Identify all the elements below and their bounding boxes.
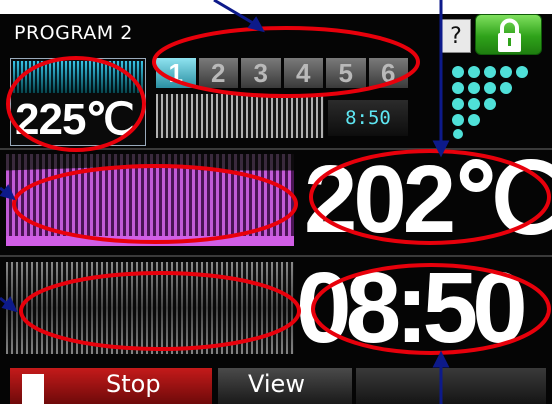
lock-icon [498,18,521,52]
set-temperature-box[interactable]: 225℃ [10,58,146,146]
current-temperature: 202℃ [304,146,552,253]
stop-button-label: Stop [106,370,161,398]
step-tab-6[interactable]: 6 [368,58,408,88]
step-tab-5[interactable]: 5 [326,58,366,88]
help-button[interactable]: ? [441,19,471,53]
program-title: PROGRAM 2 [14,22,133,44]
step-tab-2[interactable]: 2 [198,58,238,88]
dots-program-icon[interactable] [446,62,532,142]
step-tab-3[interactable]: 3 [241,58,281,88]
blank-button[interactable] [356,368,546,404]
temperature-graph [6,154,294,246]
view-button[interactable]: View [218,368,352,404]
set-temperature-value: 225℃ [15,95,135,144]
program-steps: 1 2 3 4 5 6 [156,58,408,88]
lock-button[interactable] [475,14,542,55]
step-progress-bar [156,94,324,138]
current-time: 08:50 [296,252,528,364]
step-time-display: 8:50 [328,100,408,136]
stop-button[interactable]: Stop [10,368,212,404]
set-temperature-bar-graph [13,61,143,93]
view-button-label: View [248,370,305,398]
step-tab-4[interactable]: 4 [283,58,323,88]
step-tab-1[interactable]: 1 [156,58,196,88]
time-graph-shade [6,262,294,354]
stop-square-icon [22,374,44,404]
